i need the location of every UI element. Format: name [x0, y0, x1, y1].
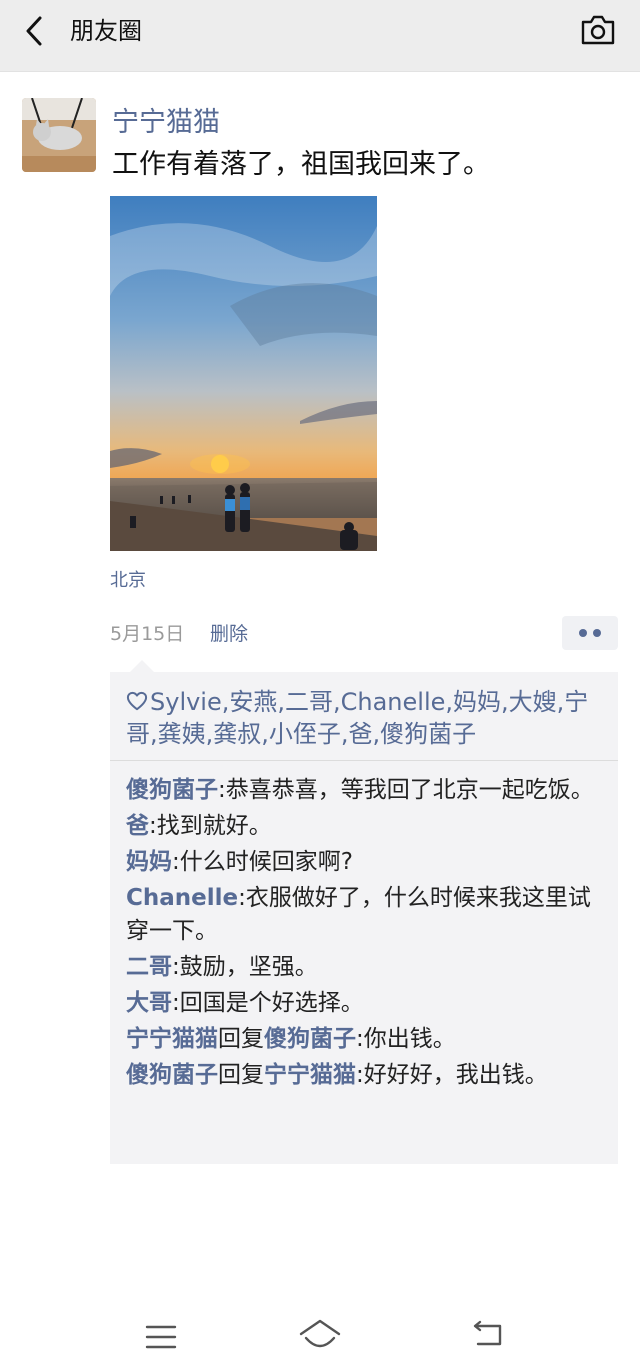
nav-menu-button[interactable] [145, 1322, 177, 1352]
post-location[interactable]: 北京 [110, 568, 146, 594]
post-author-name[interactable]: 宁宁猫猫 [112, 104, 220, 142]
system-nav-bar [0, 1300, 640, 1372]
comment-text: :什么时候回家啊? [172, 849, 353, 875]
likes-list: Sylvie,安燕,二哥,Chanelle,妈妈,大嫂,宁哥,龚姨,龚叔,小侄子… [126, 686, 596, 750]
camera-button[interactable] [580, 14, 616, 46]
comment-list: 傻狗菌子:恭喜恭喜，等我回了北京一起吃饭。 爸:找到就好。 妈妈:什么时候回家啊… [126, 774, 596, 1095]
post-date: 5月15日 [110, 623, 185, 645]
comment-text: :鼓励，坚强。 [172, 954, 318, 980]
comment-text: :回国是个好选择。 [172, 990, 364, 1016]
reply-target[interactable]: 傻狗菌子 [264, 1026, 356, 1052]
comment-item[interactable]: 傻狗菌子:恭喜恭喜，等我回了北京一起吃饭。 [126, 774, 596, 807]
comment-reply-item[interactable]: 傻狗菌子回复宁宁猫猫:好好好，我出钱。 [126, 1059, 596, 1092]
divider [110, 760, 618, 761]
back-button[interactable] [18, 14, 52, 48]
avatar[interactable] [22, 98, 96, 172]
more-button[interactable] [562, 616, 618, 650]
comment-author[interactable]: 大哥 [126, 990, 172, 1016]
back-arrow-icon [473, 1320, 502, 1346]
comment-reply-item[interactable]: 宁宁猫猫回复傻狗菌子:你出钱。 [126, 1023, 596, 1056]
page-title: 朋友圈 [70, 17, 142, 45]
likes-names[interactable]: Sylvie,安燕,二哥,Chanelle,妈妈,大嫂,宁哥,龚姨,龚叔,小侄子… [126, 688, 588, 748]
comment-text: :你出钱。 [356, 1026, 456, 1052]
camera-icon [581, 15, 615, 45]
comment-author[interactable]: Chanelle [126, 885, 238, 911]
reply-word: 回复 [218, 1062, 264, 1088]
comment-text: :恭喜恭喜，等我回了北京一起吃饭。 [218, 777, 594, 803]
comment-author[interactable]: 妈妈 [126, 849, 172, 875]
comment-item[interactable]: 二哥:鼓励，坚强。 [126, 951, 596, 984]
chevron-left-icon [26, 16, 42, 46]
nav-home-button[interactable] [298, 1318, 342, 1352]
reply-word: 回复 [218, 1026, 264, 1052]
comment-box-caret [130, 660, 154, 672]
comment-item[interactable]: 妈妈:什么时候回家啊? [126, 846, 596, 879]
comment-author[interactable]: 二哥 [126, 954, 172, 980]
nav-back-button[interactable] [470, 1320, 506, 1350]
comment-text: :找到就好。 [149, 813, 272, 839]
top-bar: 朋友圈 [0, 0, 640, 72]
comment-author[interactable]: 宁宁猫猫 [126, 1026, 218, 1052]
heart-icon [126, 691, 148, 711]
reply-target[interactable]: 宁宁猫猫 [264, 1062, 356, 1088]
home-icon [299, 1319, 341, 1348]
post-photo[interactable] [110, 196, 377, 551]
post-text: 工作有着落了，祖国我回来了。 [112, 149, 490, 180]
comment-item[interactable]: Chanelle:衣服做好了，什么时候来我这里试穿一下。 [126, 882, 596, 948]
comment-item[interactable]: 爸:找到就好。 [126, 810, 596, 843]
comment-item[interactable]: 大哥:回国是个好选择。 [126, 987, 596, 1020]
likes-comments-panel: Sylvie,安燕,二哥,Chanelle,妈妈,大嫂,宁哥,龚姨,龚叔,小侄子… [110, 672, 618, 1164]
menu-icon [145, 1325, 177, 1349]
delete-button[interactable]: 删除 [210, 620, 248, 648]
comment-author[interactable]: 爸 [126, 813, 149, 839]
comment-text: :好好好，我出钱。 [356, 1062, 548, 1088]
comment-author[interactable]: 傻狗菌子 [126, 1062, 218, 1088]
comment-author[interactable]: 傻狗菌子 [126, 777, 218, 803]
